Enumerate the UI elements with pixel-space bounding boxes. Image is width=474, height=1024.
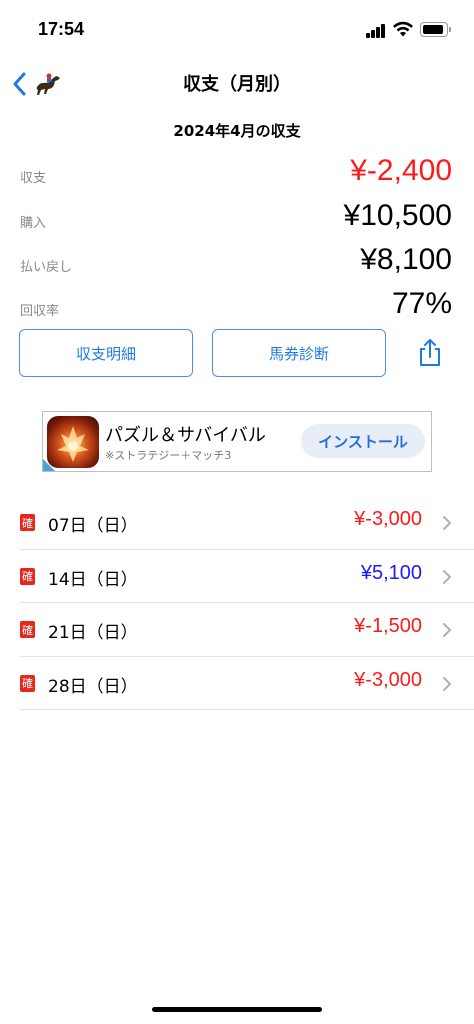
confirmed-badge-icon: 確 xyxy=(20,621,35,638)
confirmed-badge-icon: 確 xyxy=(20,514,35,531)
list-item[interactable]: 確 14日（日） ¥5,100 xyxy=(20,550,474,603)
list-item[interactable]: 確 21日（日） ¥-1,500 xyxy=(20,603,474,657)
ad-subtitle: ※ストラテジー＋マッチ3 xyxy=(105,449,232,462)
page-title: 収支（月別） xyxy=(183,74,291,95)
stat-value: ¥8,100 xyxy=(360,243,452,276)
day-amount: ¥-3,000 xyxy=(354,508,422,530)
status-bar: 17:54 xyxy=(0,0,474,56)
confirmed-badge-icon: 確 xyxy=(20,674,35,692)
home-indicator[interactable] xyxy=(152,1007,322,1012)
stat-row-payout: 払い戻し ¥8,100 xyxy=(20,243,454,289)
day-amount: ¥-1,500 xyxy=(354,615,422,637)
chevron-right-icon xyxy=(443,623,451,637)
chevron-right-icon xyxy=(443,569,451,584)
stat-label: 収支 xyxy=(20,171,47,186)
confirmed-badge-icon: 確 xyxy=(20,567,35,585)
stat-label: 回収率 xyxy=(20,304,60,319)
cellular-signal-icon xyxy=(366,24,386,38)
share-icon[interactable] xyxy=(416,338,444,368)
ad-choices-icon[interactable] xyxy=(43,459,55,471)
status-time: 17:54 xyxy=(38,19,85,39)
stat-value: 77% xyxy=(391,287,452,320)
list-item[interactable]: 確 28日（日） ¥-3,000 xyxy=(20,657,474,710)
list-item[interactable]: 確 07日（日） ¥-3,000 xyxy=(20,496,474,550)
wifi-icon xyxy=(393,21,413,37)
daily-balance-list: 確 07日（日） ¥-3,000 確 14日（日） ¥5,100 確 21日（日… xyxy=(20,496,474,710)
stat-label: 払い戻し xyxy=(20,260,73,275)
battery-icon xyxy=(420,22,451,37)
day-label: 14日（日） xyxy=(48,569,138,590)
period-title: 2024年4月の収支 xyxy=(173,122,301,140)
stat-value: ¥10,500 xyxy=(343,199,452,232)
day-label: 28日（日） xyxy=(48,676,138,697)
chevron-right-icon xyxy=(443,676,451,691)
ad-title: パズル＆サバイバル xyxy=(105,425,266,446)
stat-value: ¥-2,400 xyxy=(350,154,452,187)
day-amount: ¥5,100 xyxy=(360,561,422,584)
day-amount: ¥-3,000 xyxy=(354,668,422,691)
ad-banner[interactable]: パズル＆サバイバル ※ストラテジー＋マッチ3 インストール xyxy=(42,411,432,472)
day-label: 07日（日） xyxy=(48,516,138,536)
chevron-right-icon xyxy=(443,516,451,530)
stat-row-recovery-rate: 回収率 77% xyxy=(20,287,454,333)
stat-label: 購入 xyxy=(20,216,47,231)
stat-row-balance: 収支 ¥-2,400 xyxy=(20,154,454,200)
day-label: 21日（日） xyxy=(48,623,138,643)
navigation-bar: 収支（月別） xyxy=(0,56,474,112)
install-button[interactable]: インストール xyxy=(301,424,425,458)
ticket-diagnosis-button[interactable]: 馬券診断 xyxy=(212,329,386,377)
stat-row-purchase: 購入 ¥10,500 xyxy=(20,199,454,245)
balance-detail-button[interactable]: 収支明細 xyxy=(19,329,193,377)
